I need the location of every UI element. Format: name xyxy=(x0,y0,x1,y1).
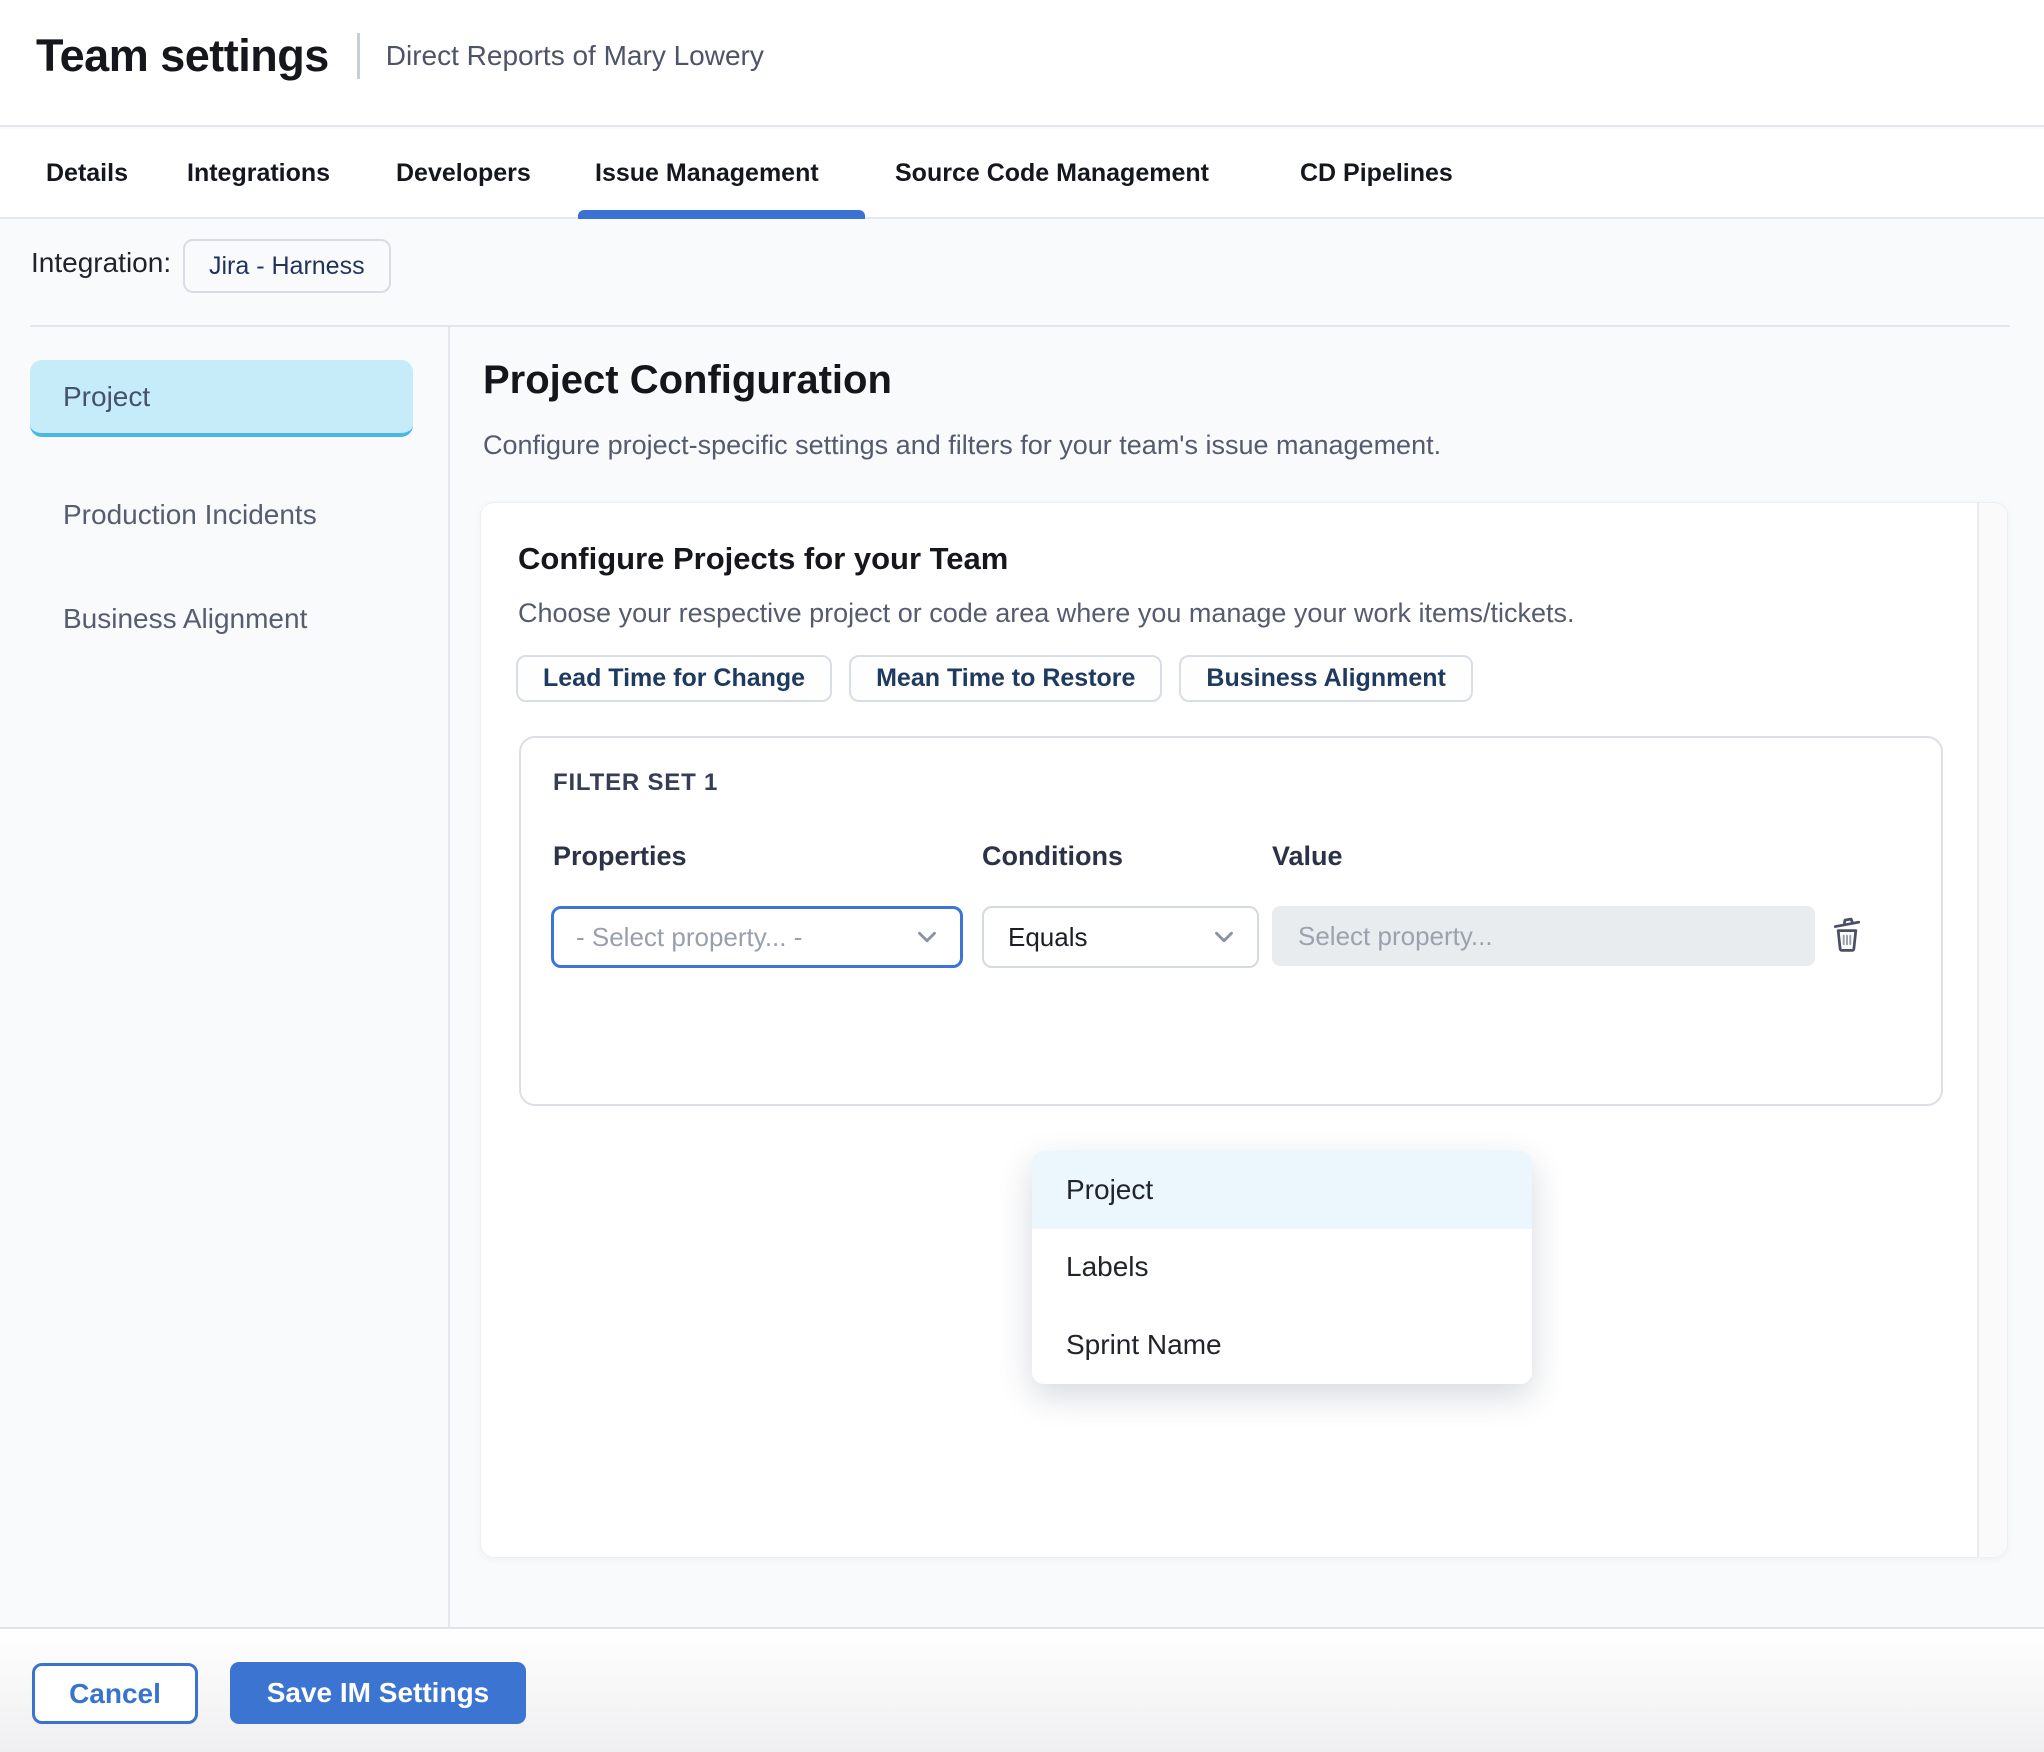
filter-set-card: FILTER SET 1 Properties Conditions Value… xyxy=(519,736,1943,1106)
integration-label: Integration: xyxy=(31,247,172,278)
card-subtitle: Choose your respective project or code a… xyxy=(518,598,1575,628)
chevron-down-icon xyxy=(912,922,942,952)
sidebar-item-project[interactable]: Project xyxy=(30,360,413,437)
page-subtitle: Direct Reports of Mary Lowery xyxy=(385,40,764,71)
card-scrollbar-track[interactable] xyxy=(1977,503,2007,1557)
properties-column-label: Properties xyxy=(553,841,687,871)
card-title: Configure Projects for your Team xyxy=(518,541,1009,576)
sidebar-item-business-alignment[interactable]: Business Alignment xyxy=(63,603,307,635)
condition-select-value: Equals xyxy=(1008,921,1088,952)
title-separator xyxy=(356,33,360,79)
conditions-column-label: Conditions xyxy=(982,841,1123,871)
section-subtitle: Configure project-specific settings and … xyxy=(483,430,1442,460)
chip-lead-time-for-change[interactable]: Lead Time for Change xyxy=(516,655,833,702)
property-select[interactable]: - Select property... - xyxy=(551,906,963,968)
property-dropdown: Project Labels Sprint Name xyxy=(1032,1151,1532,1384)
cancel-button[interactable]: Cancel xyxy=(32,1663,198,1724)
sidebar-divider xyxy=(448,327,450,1627)
integration-chip[interactable]: Jira - Harness xyxy=(183,239,391,293)
value-input[interactable] xyxy=(1272,906,1815,966)
footer-bar: Cancel Save IM Settings xyxy=(0,1627,2044,1752)
metric-chip-row: Lead Time for Change Mean Time to Restor… xyxy=(516,655,1473,702)
tab-developers[interactable]: Developers xyxy=(396,129,531,217)
tab-integrations[interactable]: Integrations xyxy=(187,129,330,217)
filter-set-title: FILTER SET 1 xyxy=(553,769,719,796)
page-header: Team settings Direct Reports of Mary Low… xyxy=(0,0,2044,127)
tab-issue-management[interactable]: Issue Management xyxy=(595,129,819,217)
property-select-placeholder: - Select property... - xyxy=(576,921,803,952)
condition-select[interactable]: Equals xyxy=(982,906,1259,968)
tab-bar: Details Integrations Developers Issue Ma… xyxy=(0,129,2044,219)
page-title: Team settings xyxy=(36,30,329,81)
trash-icon xyxy=(1825,913,1869,960)
save-im-settings-button[interactable]: Save IM Settings xyxy=(230,1662,526,1724)
delete-filter-button[interactable] xyxy=(1821,910,1873,962)
sidebar-item-production-incidents[interactable]: Production Incidents xyxy=(63,499,317,531)
chip-business-alignment[interactable]: Business Alignment xyxy=(1179,655,1473,702)
tab-source-code-management[interactable]: Source Code Management xyxy=(895,129,1209,217)
chip-mean-time-to-restore[interactable]: Mean Time to Restore xyxy=(849,655,1163,702)
section-title: Project Configuration xyxy=(483,358,892,402)
value-column-label: Value xyxy=(1272,841,1343,871)
dropdown-option-project[interactable]: Project xyxy=(1032,1151,1532,1229)
integration-row: Integration: Jira - Harness xyxy=(0,221,2044,327)
tab-details[interactable]: Details xyxy=(46,129,128,217)
configure-projects-card: Configure Projects for your Team Choose … xyxy=(480,502,2008,1558)
dropdown-option-sprint-name[interactable]: Sprint Name xyxy=(1032,1306,1532,1384)
dropdown-option-labels[interactable]: Labels xyxy=(1032,1228,1532,1307)
chevron-down-icon xyxy=(1209,922,1239,952)
active-tab-indicator xyxy=(578,210,865,219)
tab-cd-pipelines[interactable]: CD Pipelines xyxy=(1300,129,1453,217)
content-area: Project Production Incidents Business Al… xyxy=(0,327,2044,1627)
